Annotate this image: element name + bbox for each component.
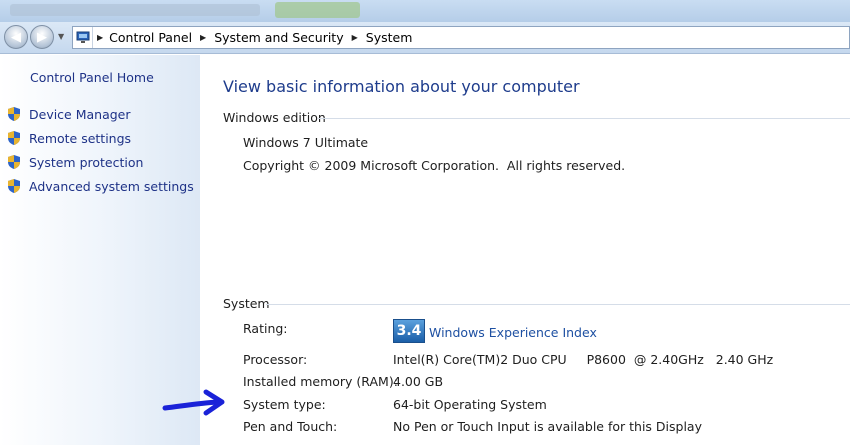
annotation-arrow-icon <box>162 389 225 416</box>
breadcrumb-control-panel[interactable]: Control Panel <box>109 30 192 45</box>
navigation-bar: ◀ ▶ ▼ ▶ Control Panel ▶ System and Secur… <box>0 22 850 54</box>
experience-index-score-badge[interactable]: 3.4 <box>393 319 425 343</box>
system-type-value: 64-bit Operating System <box>393 397 547 412</box>
sidebar-item-advanced-system-settings[interactable]: Advanced system settings <box>6 178 194 194</box>
address-bar[interactable]: ▶ Control Panel ▶ System and Security ▶ … <box>72 26 850 49</box>
sidebar-item-label: System protection <box>29 154 144 170</box>
control-panel-home-link[interactable]: Control Panel Home <box>30 70 154 85</box>
forward-button[interactable]: ▶ <box>30 25 54 49</box>
title-bar <box>0 0 850 22</box>
sidebar-item-label: Remote settings <box>29 130 132 146</box>
pen-and-touch-label: Pen and Touch: <box>243 419 338 434</box>
system-heading: System <box>223 296 270 311</box>
windows-edition-name: Windows 7 Ultimate <box>243 135 369 150</box>
windows-edition-heading: Windows edition <box>223 110 326 125</box>
processor-value: Intel(R) Core(TM)2 Duo CPU P8600 @ 2.40G… <box>393 352 774 367</box>
chevron-right-icon[interactable]: ▶ <box>352 33 358 42</box>
installed-memory-label: Installed memory (RAM): <box>243 374 398 389</box>
sidebar-item-label: Device Manager <box>29 106 131 122</box>
sidebar-item-label: Advanced system settings <box>29 178 194 194</box>
uac-shield-icon <box>8 107 20 121</box>
recent-pages-dropdown-icon[interactable]: ▼ <box>58 32 64 41</box>
breadcrumb-system-and-security[interactable]: System and Security <box>214 30 343 45</box>
processor-label: Processor: <box>243 352 308 367</box>
system-type-label: System type: <box>243 397 326 412</box>
rating-label: Rating: <box>243 321 288 336</box>
uac-shield-icon <box>8 179 20 193</box>
pen-and-touch-value: No Pen or Touch Input is available for t… <box>393 419 702 434</box>
back-button[interactable]: ◀ <box>4 25 28 49</box>
forward-arrow-icon: ▶ <box>37 29 47 45</box>
taskbar-button-blurred <box>275 2 360 18</box>
windows-experience-index-link[interactable]: Windows Experience Index <box>429 325 597 340</box>
uac-shield-icon <box>8 131 20 145</box>
window-title-blurred <box>10 4 260 16</box>
computer-icon <box>73 27 93 48</box>
main-content: View basic information about your comput… <box>200 55 850 445</box>
back-arrow-icon: ◀ <box>11 29 21 45</box>
installed-memory-value: 4.00 GB <box>393 374 444 389</box>
chevron-right-icon[interactable]: ▶ <box>200 33 206 42</box>
sidebar-item-system-protection[interactable]: System protection <box>6 154 143 170</box>
sidebar-item-device-manager[interactable]: Device Manager <box>6 106 131 122</box>
page-title: View basic information about your comput… <box>223 77 580 96</box>
uac-shield-icon <box>8 155 20 169</box>
sidebar-item-remote-settings[interactable]: Remote settings <box>6 130 131 146</box>
chevron-right-icon[interactable]: ▶ <box>97 33 103 42</box>
breadcrumb: ▶ Control Panel ▶ System and Security ▶ … <box>93 30 412 45</box>
section-divider <box>266 304 850 305</box>
section-divider <box>318 118 850 119</box>
breadcrumb-system[interactable]: System <box>366 30 413 45</box>
copyright-text: Copyright © 2009 Microsoft Corporation. … <box>243 158 626 173</box>
